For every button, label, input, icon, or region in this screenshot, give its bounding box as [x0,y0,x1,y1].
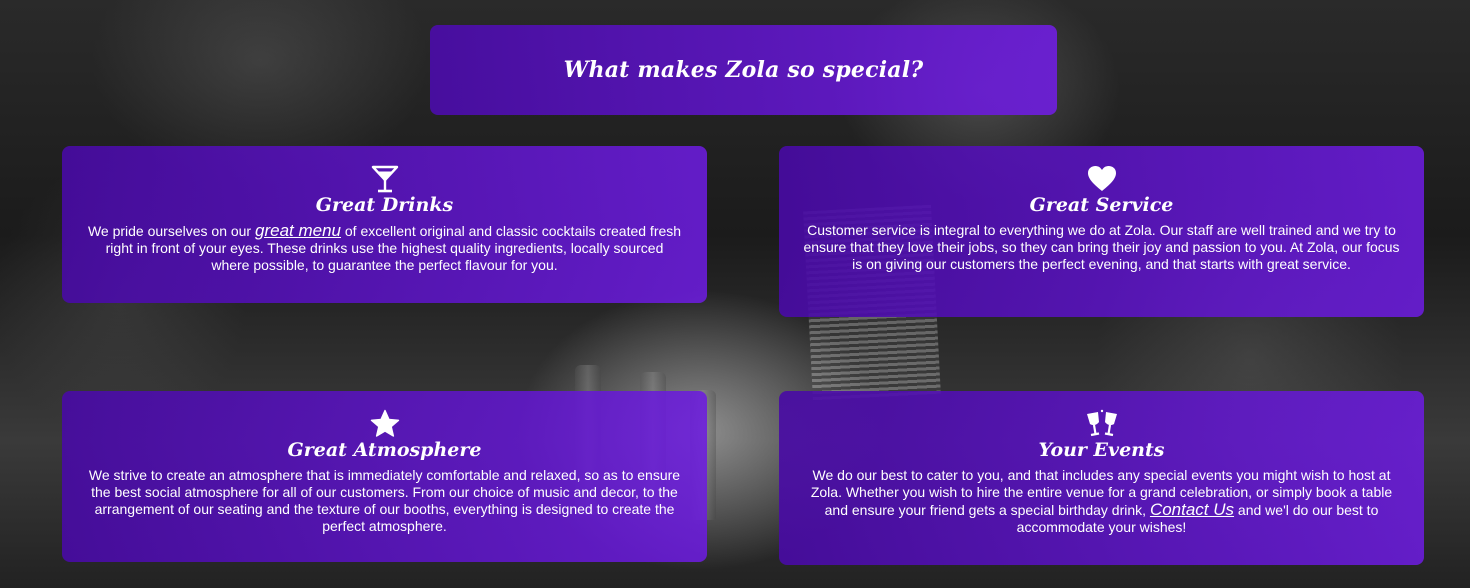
feature-card-drinks: Great Drinks We pride ourselves on our g… [62,146,707,303]
feature-card-service: Great Service Customer service is integr… [779,146,1424,317]
great-menu-link[interactable]: great menu [255,221,341,240]
cocktail-glass-icon [86,164,683,194]
card-description: We strive to create an atmosphere that i… [88,467,681,534]
card-description: We pride ourselves on our great menu of … [86,222,683,274]
feature-card-atmosphere: Great Atmosphere We strive to create an … [62,391,707,562]
champagne-glasses-icon [803,409,1400,439]
card-title: Great Drinks [315,194,454,216]
contact-us-link[interactable]: Contact Us [1150,500,1234,519]
card-title: Great Service [1029,194,1174,216]
card-description: Customer service is integral to everythi… [803,222,1400,272]
section-banner: What makes Zola so special? [430,25,1057,115]
card-title: Great Atmosphere [287,439,482,461]
page: What makes Zola so special? Great Drinks… [0,0,1470,588]
heart-icon [803,164,1400,194]
card-text: We pride ourselves on our [87,223,255,239]
feature-card-events: Your Events We do our best to cater to y… [779,391,1424,565]
card-title: Your Events [1038,439,1165,461]
star-icon [86,409,683,439]
section-title: What makes Zola so special? [563,57,924,83]
card-description: We do our best to cater to you, and that… [803,467,1400,536]
